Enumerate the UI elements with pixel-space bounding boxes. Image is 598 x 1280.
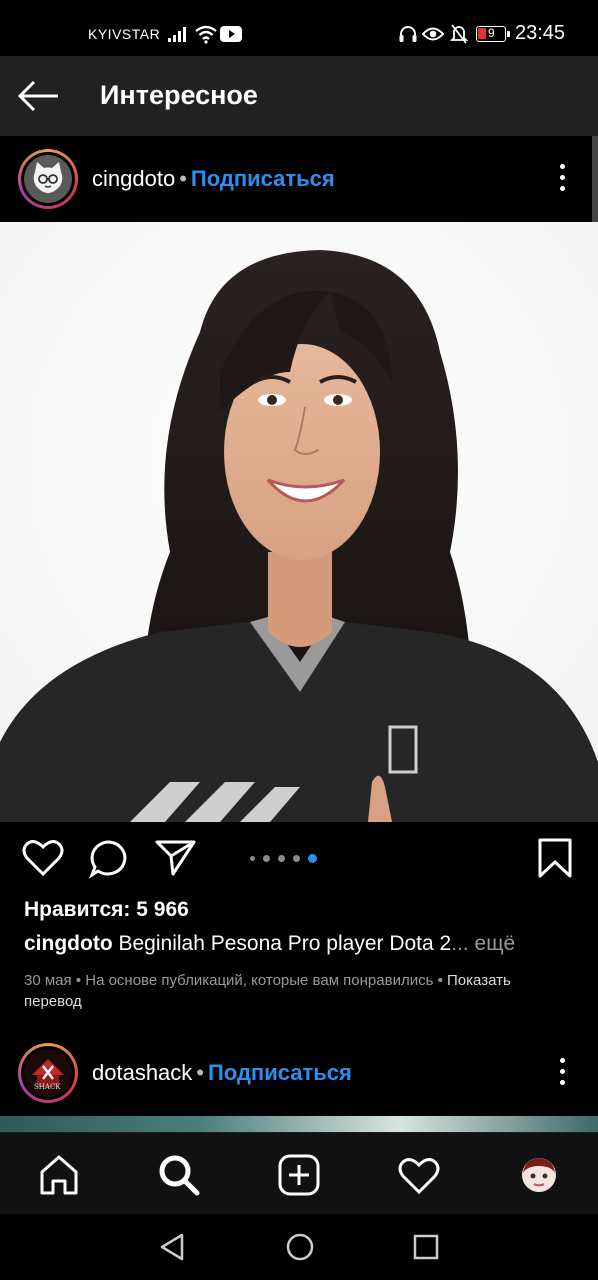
meta-separator: • <box>437 972 443 989</box>
more-options-button-2[interactable] <box>554 1058 570 1088</box>
carousel-indicator <box>250 854 317 863</box>
battery-level: 9 <box>488 26 495 40</box>
like-heart-icon[interactable] <box>22 839 64 877</box>
status-bar: KYIVSTAR 9 23:45 <box>0 0 598 56</box>
more-options-button[interactable] <box>554 164 570 194</box>
post-caption[interactable]: cingdoto Beginilah Pesona Pro player Dot… <box>24 932 584 956</box>
carousel-dot <box>293 855 300 862</box>
post-meta: 30 мая • На основе публикаций, которые в… <box>24 970 584 1012</box>
dot-separator: • <box>179 166 187 191</box>
avatar-shack-text: SHACK <box>34 1083 61 1091</box>
eye-icon <box>422 27 444 41</box>
battery-icon: 9 <box>476 26 510 42</box>
likes-count[interactable]: Нравится: 5 966 <box>24 898 189 922</box>
post-date: 30 мая <box>24 972 72 989</box>
post-author-row-2: dotashack • Подписаться <box>92 1060 352 1086</box>
youtube-icon <box>220 26 242 42</box>
avatar-2[interactable]: SHACK <box>18 1043 78 1103</box>
carousel-dot-active <box>308 854 317 863</box>
post-image[interactable] <box>0 222 598 822</box>
scrollbar[interactable] <box>592 136 598 222</box>
search-icon <box>159 1155 200 1196</box>
carousel-dot <box>250 856 255 861</box>
home-icon <box>40 1155 78 1195</box>
follow-button-2[interactable]: Подписаться <box>208 1060 352 1085</box>
nav-home[interactable] <box>37 1153 81 1197</box>
profile-avatar <box>522 1158 556 1192</box>
show-translation-link-cont[interactable]: перевод <box>24 993 82 1010</box>
follow-button[interactable]: Подписаться <box>191 166 335 191</box>
comment-icon[interactable] <box>89 839 131 879</box>
nav-profile[interactable] <box>517 1153 561 1197</box>
system-navigation <box>0 1214 598 1280</box>
recommendation-reason: На основе публикаций, которые вам понрав… <box>85 972 434 989</box>
caption-text: Beginilah Pesona Pro player Dota 2 <box>118 932 452 955</box>
carousel-dot <box>278 855 285 862</box>
caption-username[interactable]: cingdoto <box>24 932 113 955</box>
username-link-2[interactable]: dotashack <box>92 1060 192 1085</box>
arrow-left-icon <box>17 80 58 112</box>
app-header: Интересное <box>0 56 598 136</box>
home-circle-icon[interactable] <box>285 1232 315 1262</box>
meta-separator: • <box>75 972 82 989</box>
avatar[interactable] <box>18 149 78 209</box>
nav-add[interactable] <box>277 1153 321 1197</box>
bottom-navigation <box>0 1132 598 1214</box>
page-title: Интересное <box>100 80 258 110</box>
post-actions <box>0 822 598 894</box>
nav-search[interactable] <box>157 1153 201 1197</box>
dot-separator-2: • <box>196 1060 204 1085</box>
carousel-dot <box>263 855 270 862</box>
wifi-icon <box>195 25 217 44</box>
cat-logo-icon <box>33 162 63 193</box>
add-icon <box>278 1154 320 1196</box>
headphones-icon <box>399 26 417 42</box>
post-author-row: cingdoto • Подписаться <box>92 166 335 192</box>
post-image-2-partial[interactable] <box>0 1116 598 1132</box>
signal-icon <box>168 27 186 42</box>
bell-off-icon <box>450 24 468 44</box>
post-header-2: SHACK dotashack • Подписаться <box>0 1030 598 1116</box>
carrier-label: KYIVSTAR <box>88 26 161 42</box>
back-button[interactable] <box>14 74 66 118</box>
clock: 23:45 <box>515 22 566 44</box>
caption-more-link[interactable]: ... ещё <box>451 932 515 955</box>
username-link[interactable]: cingdoto <box>92 166 175 191</box>
back-triangle-icon[interactable] <box>158 1232 186 1262</box>
post-header: cingdoto • Подписаться <box>0 136 598 222</box>
portrait-photo <box>0 222 598 822</box>
bookmark-icon[interactable] <box>537 837 573 879</box>
recents-square-icon[interactable] <box>413 1234 439 1260</box>
show-translation-link[interactable]: Показать <box>447 972 511 989</box>
heart-icon <box>398 1158 440 1195</box>
share-send-icon[interactable] <box>155 839 197 877</box>
nav-activity[interactable] <box>397 1153 441 1197</box>
